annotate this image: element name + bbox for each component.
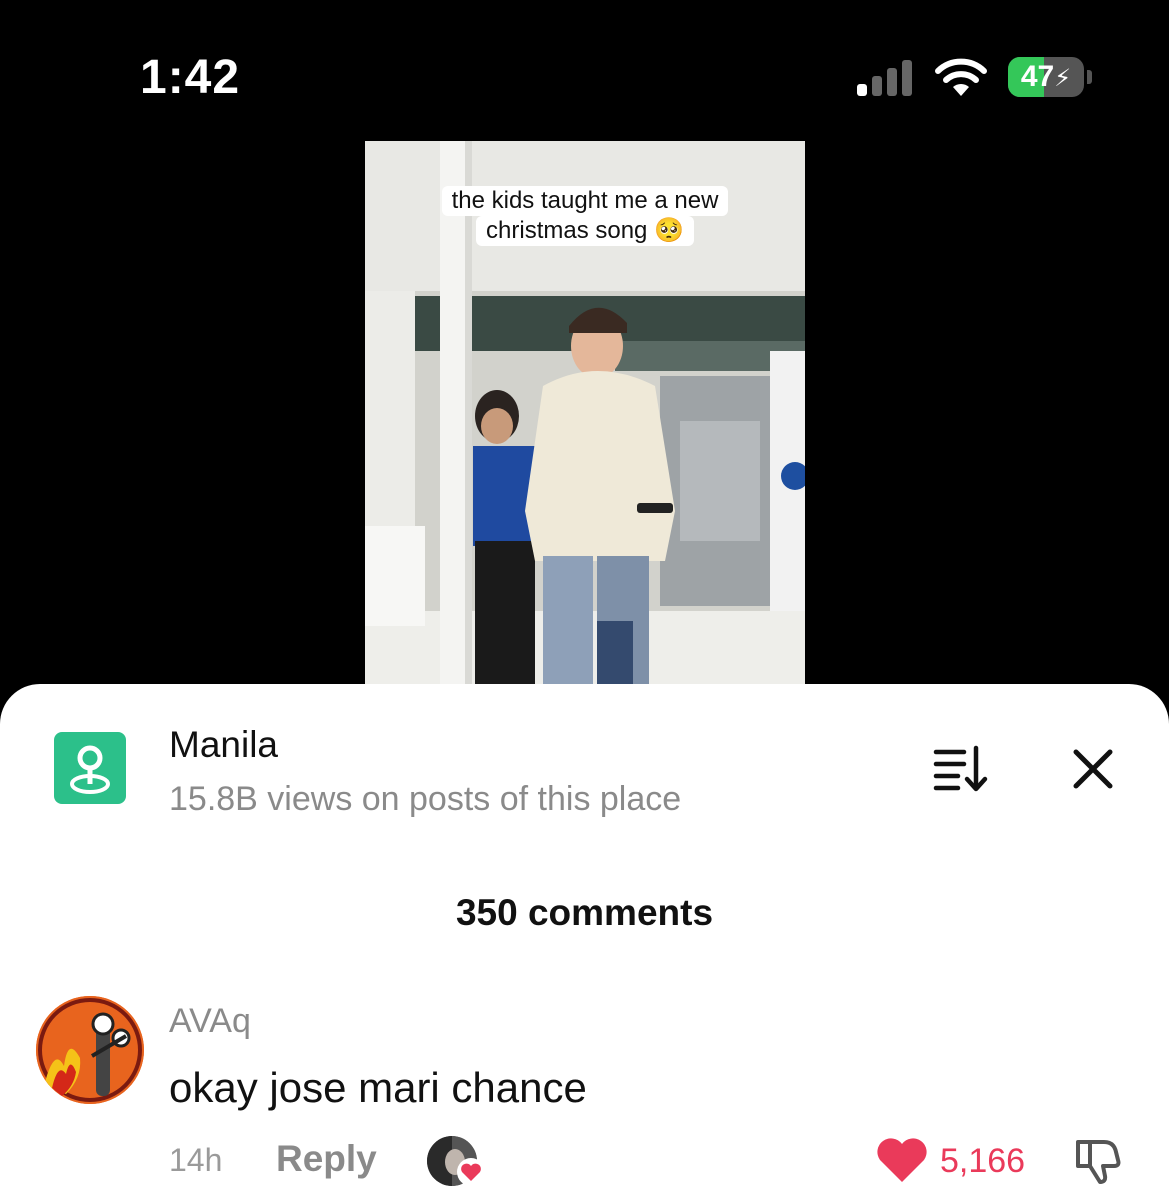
battery-indicator: 47⚡ (1008, 57, 1094, 99)
comments-sheet: Manila 15.8B views on posts of this plac… (0, 684, 1169, 1198)
wifi-icon (935, 58, 987, 96)
heart-icon[interactable] (875, 1136, 929, 1184)
dislike-icon[interactable] (1070, 1134, 1124, 1188)
comment-text: okay jose mari chance (169, 1064, 587, 1111)
creator-liked-avatar (427, 1136, 485, 1186)
comment-username[interactable]: AVAq (169, 1002, 251, 1041)
close-icon[interactable] (1068, 744, 1118, 794)
status-time: 1:42 (140, 51, 241, 104)
charging-bolt-icon: ⚡ (1054, 65, 1072, 92)
place-name[interactable]: Manila (169, 724, 278, 766)
video-player[interactable]: the kids taught me a new christmas song … (365, 141, 805, 701)
avatar[interactable] (36, 996, 144, 1104)
comments-count: 350 comments (455, 892, 714, 933)
location-pin-icon[interactable] (54, 732, 126, 804)
heart-badge-icon (457, 1158, 485, 1186)
battery-cap (1087, 70, 1092, 84)
place-views: 15.8B views on posts of this place (169, 780, 682, 818)
video-caption: the kids taught me a new christmas song … (365, 186, 805, 246)
cellular-signal-icon (857, 60, 912, 96)
caption-line-1: the kids taught me a new (441, 186, 729, 216)
like-count: 5,166 (940, 1142, 1026, 1180)
battery-percent: 47⚡ (1020, 60, 1072, 93)
screen: 1:42 47⚡ the kids taught me a new christ… (0, 0, 1169, 1198)
battery-body: 47⚡ (1008, 57, 1084, 97)
caption-line-2: christmas song 🥺 (476, 216, 694, 246)
sort-comments-icon[interactable] (930, 744, 990, 794)
comment-timestamp: 14h (169, 1142, 223, 1178)
reply-button[interactable]: Reply (276, 1138, 377, 1180)
